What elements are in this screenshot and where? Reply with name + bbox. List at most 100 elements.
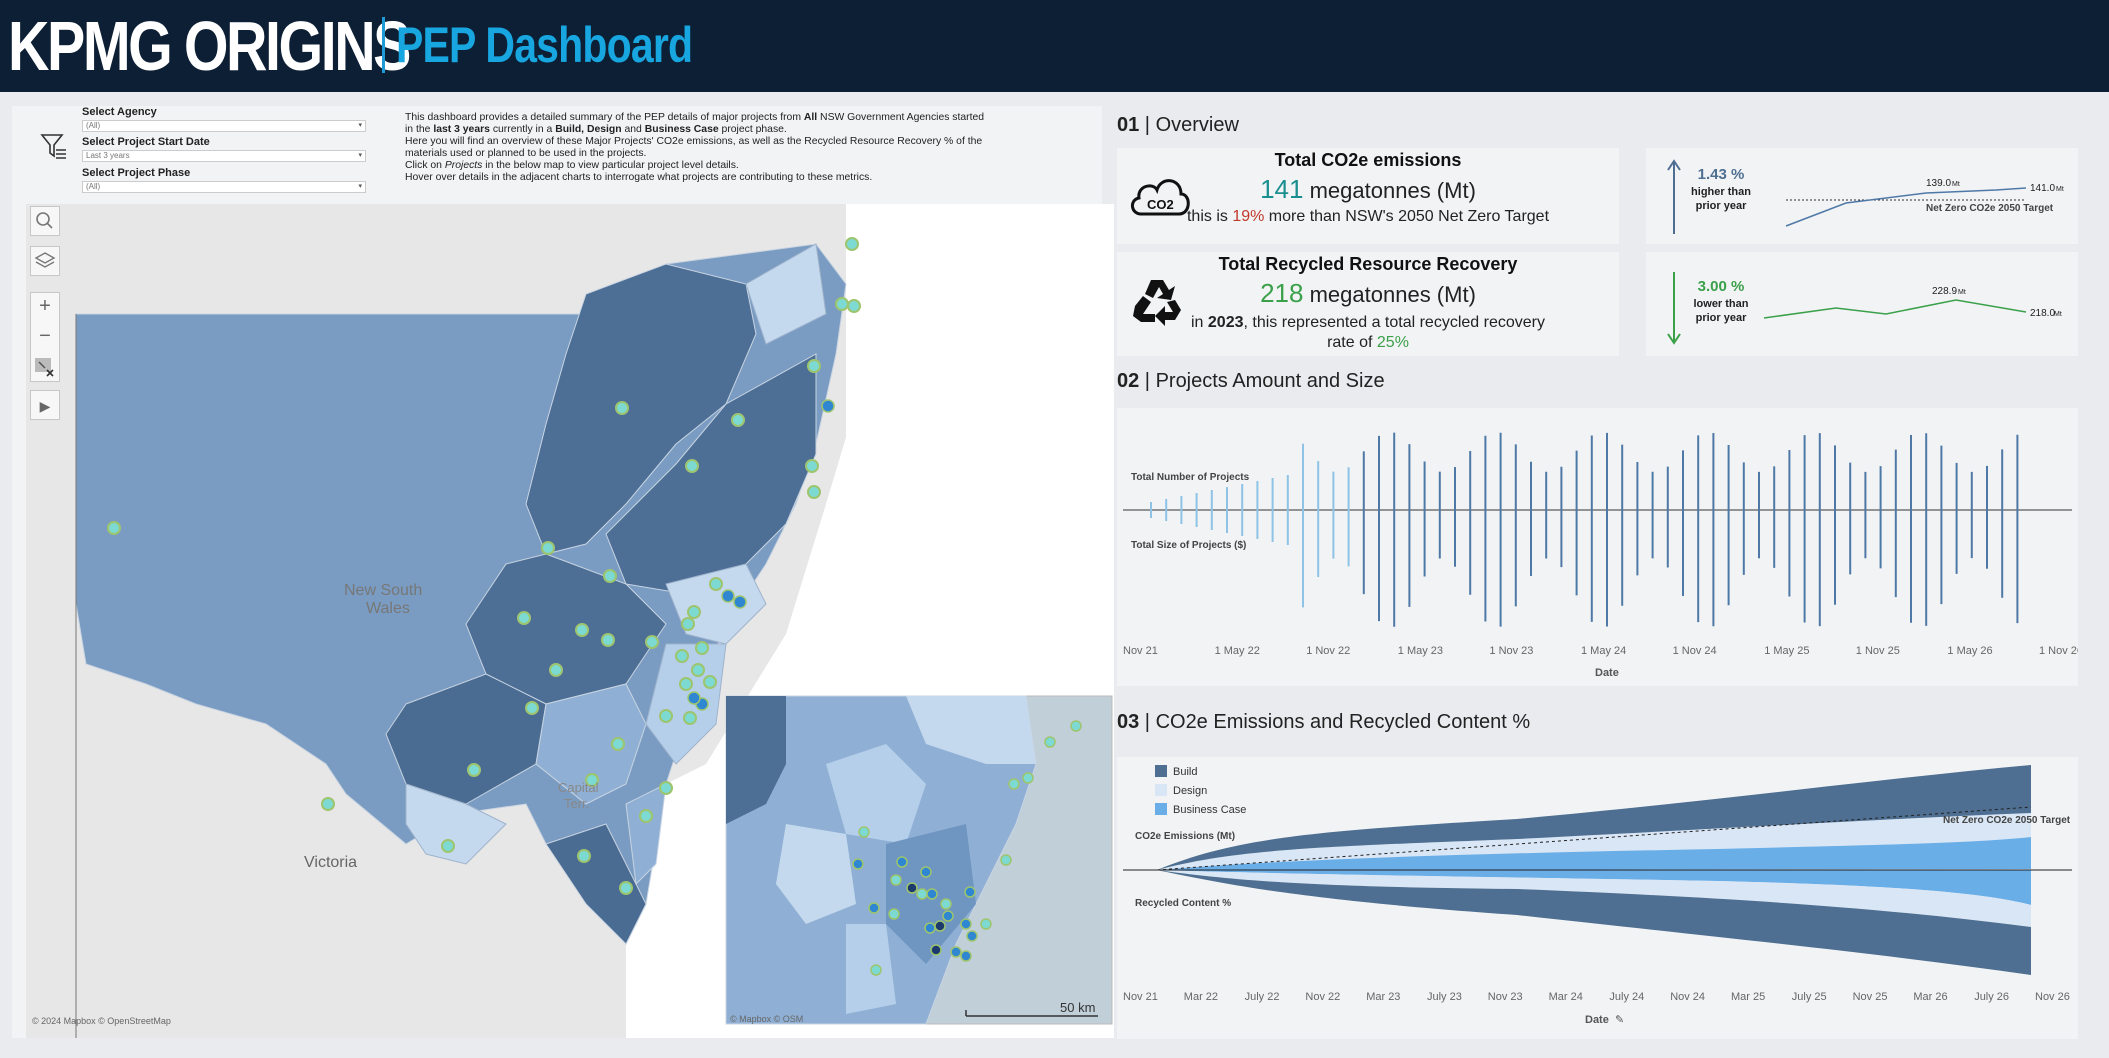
- svg-text:139.0: 139.0: [1926, 178, 1951, 189]
- start-date-select[interactable]: Last 3 years ▾: [82, 150, 366, 162]
- emissions-x-tick: Nov 25: [1853, 991, 1888, 1003]
- header-bar: KPMG ORIGINS PEP Dashboard: [0, 0, 2109, 92]
- projects-lower-label: Total Size of Projects ($): [1131, 540, 1246, 551]
- header-divider: [382, 17, 385, 73]
- recycle-kpi-note-2: rate of 25%: [1327, 334, 1409, 351]
- projects-x-tick: 1 Nov 22: [1306, 645, 1350, 657]
- emissions-section-title: 03 | CO2e Emissions and Recycled Content…: [1117, 711, 1531, 733]
- projects-x-tick: Nov 21: [1123, 645, 1158, 657]
- emissions-x-tick: July 25: [1792, 991, 1827, 1003]
- legend-swatch-business-case: [1155, 803, 1167, 815]
- co2-sparkline[interactable]: 139.0 Mt 141.0 Mt Net Zero CO2e 2050 Tar…: [1776, 158, 2076, 238]
- unpin-icon: [35, 358, 54, 377]
- emissions-x-tick: Mar 24: [1549, 991, 1583, 1003]
- emissions-x-tick: Mar 25: [1731, 991, 1765, 1003]
- emissions-upper-label: CO2e Emissions (Mt): [1135, 831, 1235, 842]
- legend-swatch-build: [1155, 765, 1167, 777]
- emissions-lower-label: Recycled Content %: [1135, 898, 1231, 909]
- map-search-button[interactable]: [30, 206, 60, 236]
- play-icon: ▶: [39, 398, 51, 414]
- co2-kpi-note: this is 19% more than NSW's 2050 Net Zer…: [1186, 208, 1550, 225]
- dashboard-description: This dashboard provides a detailed summa…: [405, 112, 985, 183]
- co2-kpi-card: CO2 Total CO2e emissions 141 megatonnes …: [1117, 148, 1619, 244]
- arrow-up-icon: [1667, 159, 1681, 234]
- layers-icon: [34, 252, 56, 268]
- dashboard-title: PEP Dashboard: [396, 17, 693, 73]
- emissions-chart[interactable]: Net Zero CO2e 2050 Target CO2e Emissions…: [1117, 757, 2078, 1039]
- co2-kpi-title: Total CO2e emissions: [1274, 150, 1462, 170]
- svg-text:Mt: Mt: [2056, 186, 2064, 193]
- map-panel: Select Agency (All) ▾ Select Project Star…: [12, 106, 1114, 1038]
- projects-x-label: Date: [1595, 667, 1619, 679]
- co2-change-label: higher than: [1691, 186, 1751, 198]
- map-label-nsw-2: Wales: [366, 600, 410, 617]
- zoom-out-button[interactable]: −: [30, 322, 60, 352]
- expand-toolbar-button[interactable]: ▶: [30, 390, 60, 420]
- recycle-kpi-title: Total Recycled Resource Recovery: [1218, 254, 1518, 274]
- emissions-target-label: Net Zero CO2e 2050 Target: [1943, 815, 2071, 826]
- svg-text:141.0: 141.0: [2030, 183, 2055, 194]
- emissions-x-tick: July 24: [1609, 991, 1644, 1003]
- svg-text:218.0: 218.0: [2030, 308, 2055, 319]
- projects-x-tick: 1 Nov 24: [1673, 645, 1717, 657]
- project-map[interactable]: New South Wales Capital Terr. Victoria ©…: [26, 204, 1114, 1038]
- projects-x-tick: 1 May 25: [1764, 645, 1809, 657]
- brand-logo-text: KPMG ORIGINS: [8, 7, 411, 85]
- map-layers-button[interactable]: [30, 246, 60, 276]
- chevron-down-icon: ▾: [358, 152, 362, 159]
- legend-swatch-design: [1155, 784, 1167, 796]
- emissions-x-tick: Nov 24: [1670, 991, 1705, 1003]
- start-date-filter-label: Select Project Start Date: [82, 136, 210, 148]
- emissions-x-tick: Nov 21: [1123, 991, 1158, 1003]
- pin-icon: ✎: [1615, 1013, 1624, 1026]
- svg-text:228.9: 228.9: [1932, 286, 1957, 297]
- start-date-select-value: Last 3 years: [86, 151, 130, 160]
- emissions-x-tick: Nov 23: [1488, 991, 1523, 1003]
- recycle-kpi-note: in 2023, this represented a total recycl…: [1191, 314, 1545, 331]
- legend-business-case: Business Case: [1173, 804, 1246, 816]
- recycle-change-pct: 3.00 %: [1697, 278, 1745, 295]
- projects-chart[interactable]: Total Number of Projects Total Size of P…: [1117, 408, 2083, 686]
- legend-build: Build: [1173, 766, 1197, 778]
- map-attribution[interactable]: © 2024 Mapbox © OpenStreetMap: [32, 1016, 171, 1026]
- recycle-change-label: lower than: [1693, 298, 1749, 310]
- search-icon: [36, 212, 53, 229]
- emissions-x-tick: July 23: [1427, 991, 1462, 1003]
- map-label-nsw: New South: [344, 582, 423, 599]
- chevron-down-icon: ▾: [358, 122, 362, 129]
- svg-text:Mt: Mt: [1958, 289, 1966, 296]
- phase-select[interactable]: (All) ▾: [82, 181, 366, 193]
- agency-select-value: (All): [86, 121, 101, 130]
- projects-chart-card: Total Number of Projects Total Size of P…: [1117, 408, 2083, 686]
- projects-upper-label: Total Number of Projects: [1131, 472, 1250, 483]
- agency-filter-label: Select Agency: [82, 106, 157, 118]
- emissions-x-tick: July 26: [1974, 991, 2009, 1003]
- map-label-act-2: Terr.: [564, 796, 590, 811]
- inset-map-attribution[interactable]: © Mapbox © OSM: [730, 1014, 803, 1024]
- recycle-kpi-value: 218 megatonnes (Mt): [1260, 278, 1476, 308]
- recycle-sparkline[interactable]: 228.9 Mt 218.0 Mt: [1756, 270, 2076, 340]
- emissions-x-tick: Nov 22: [1305, 991, 1340, 1003]
- agency-select[interactable]: (All) ▾: [82, 120, 366, 132]
- filter-icon[interactable]: [40, 132, 68, 162]
- projects-x-tick: 1 May 24: [1581, 645, 1626, 657]
- arrow-down-icon: [1667, 272, 1681, 345]
- emissions-x-label: Date: [1585, 1014, 1609, 1026]
- zoom-in-button[interactable]: +: [30, 292, 60, 322]
- emissions-chart-card: Net Zero CO2e 2050 Target CO2e Emissions…: [1117, 757, 2078, 1039]
- svg-text:Net Zero CO2e 2050 Target: Net Zero CO2e 2050 Target: [1926, 203, 2054, 214]
- co2-change-label-2: prior year: [1695, 200, 1747, 212]
- plus-icon: +: [39, 295, 51, 317]
- legend-design: Design: [1173, 785, 1207, 797]
- projects-x-tick: 1 May 26: [1947, 645, 1992, 657]
- recycle-kpi-card: Total Recycled Resource Recovery 218 meg…: [1117, 252, 1619, 356]
- svg-text:Mt: Mt: [2054, 311, 2062, 318]
- projects-x-tick: 1 Nov 23: [1489, 645, 1533, 657]
- emissions-x-tick: Mar 23: [1366, 991, 1400, 1003]
- reset-pins-button[interactable]: [30, 352, 60, 382]
- map-label-act: Capital: [558, 780, 599, 795]
- svg-text:Mt: Mt: [1952, 181, 1960, 188]
- inset-map: [725, 695, 1113, 1025]
- emissions-x-tick: July 22: [1245, 991, 1280, 1003]
- map-scale-label: 50 km: [1060, 1000, 1096, 1015]
